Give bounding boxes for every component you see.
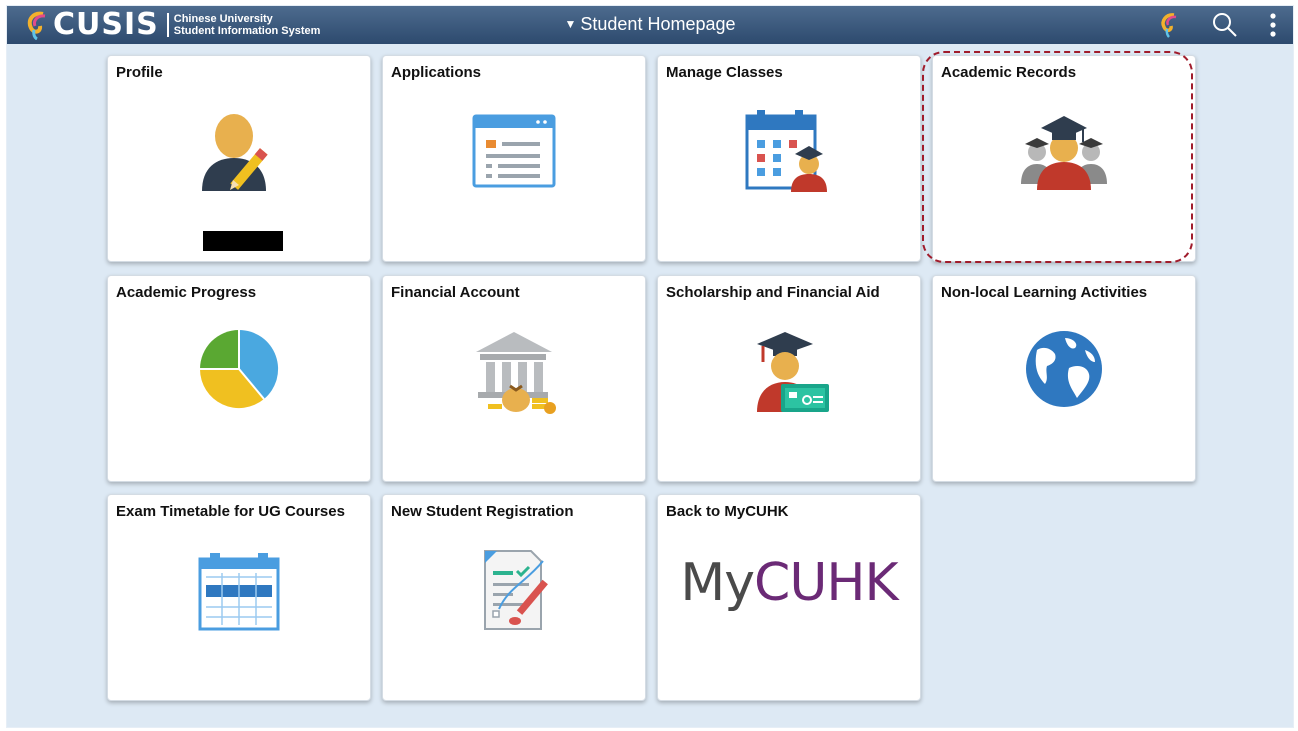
tile-new-student-registration[interactable]: New Student Registration — [382, 494, 646, 701]
tile-profile[interactable]: Profile — [107, 55, 371, 262]
tile-title: Non-local Learning Activities — [941, 284, 1148, 301]
tile-title: Applications — [391, 64, 482, 81]
graduate-card-icon — [757, 332, 829, 412]
tile-manage-classes[interactable]: Manage Classes — [657, 55, 921, 262]
page-title[interactable]: ▼ Student Homepage — [7, 14, 1293, 35]
globe-icon — [1026, 331, 1102, 407]
tile-title: Back to MyCUHK — [666, 503, 789, 520]
dropdown-caret-icon: ▼ — [564, 17, 577, 31]
mycuhk-logo: MyCUHK — [658, 553, 920, 613]
class-calendar-icon — [745, 110, 827, 192]
top-navigation-bar: CUSIS Chinese University Student Informa… — [7, 6, 1293, 44]
tile-academic-progress[interactable]: Academic Progress — [107, 275, 371, 482]
search-icon[interactable] — [1212, 12, 1238, 38]
cusis-mini-logo-icon[interactable] — [1159, 12, 1181, 38]
tile-title: Scholarship and Financial Aid — [666, 284, 880, 301]
tile-title: Academic Progress — [116, 284, 257, 301]
tile-exam-timetable[interactable]: Exam Timetable for UG Courses — [107, 494, 371, 701]
bank-icon — [476, 332, 556, 414]
tile-title: Financial Account — [391, 284, 520, 301]
tile-non-local-learning[interactable]: Non-local Learning Activities — [932, 275, 1196, 482]
tile-title: Profile — [116, 64, 163, 81]
tile-title: New Student Registration — [391, 503, 574, 520]
redacted-name — [203, 231, 283, 251]
page-title-text: Student Homepage — [580, 14, 736, 34]
tile-title: Exam Timetable for UG Courses — [116, 503, 345, 520]
mycuhk-logo-my: My — [680, 553, 755, 613]
tile-applications[interactable]: Applications — [382, 55, 646, 262]
timetable-icon — [198, 553, 280, 631]
pie-chart-icon — [199, 329, 279, 409]
application-form-icon — [472, 114, 556, 188]
more-options-icon[interactable] — [1269, 12, 1277, 38]
tile-scholarship-financial-aid[interactable]: Scholarship and Financial Aid — [657, 275, 921, 482]
tile-academic-records[interactable]: Academic Records — [932, 55, 1196, 262]
graduates-icon — [1021, 116, 1107, 190]
tile-title: Academic Records — [941, 64, 1077, 81]
registration-form-icon — [484, 550, 548, 630]
mycuhk-logo-cuhk: CUHK — [754, 553, 899, 613]
tile-financial-account[interactable]: Financial Account — [382, 275, 646, 482]
tile-title: Manage Classes — [666, 64, 783, 81]
profile-edit-icon — [202, 114, 268, 191]
tile-back-to-mycuhk[interactable]: Back to MyCUHK MyCUHK — [657, 494, 921, 701]
app-frame: CUSIS Chinese University Student Informa… — [6, 5, 1294, 728]
